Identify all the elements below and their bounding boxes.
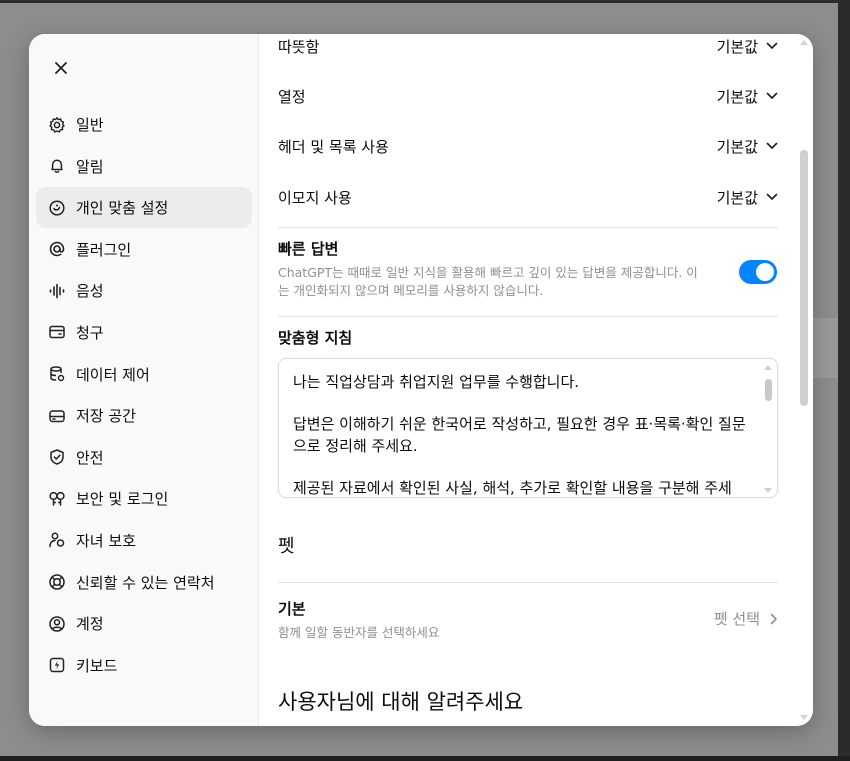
- shield-check-icon: [48, 448, 66, 466]
- sidebar-item-notifications[interactable]: 알림: [36, 146, 252, 187]
- divider: [278, 582, 778, 583]
- pet-title: 기본: [278, 600, 306, 618]
- emoji-label: 이모지 사용: [278, 188, 352, 207]
- family-icon: [48, 531, 66, 549]
- sidebar-item-label: 자녀 보호: [76, 531, 136, 550]
- pet-select-button[interactable]: 펫 선택: [714, 608, 778, 629]
- sidebar-item-voice[interactable]: 음성: [36, 270, 252, 311]
- instructions-paragraph: 나는 직업상담과 취업지원 업무를 수행합니다.: [293, 373, 580, 391]
- personalization-icon: [48, 199, 66, 217]
- quick-answers-toggle[interactable]: [739, 260, 777, 284]
- key-icon: [48, 490, 66, 508]
- content-scrollbar[interactable]: [797, 34, 813, 726]
- sidebar-item-label: 안전: [76, 448, 104, 467]
- pet-section-heading: 펫: [278, 536, 295, 557]
- sidebar-item-label: 개인 맞춤 설정: [76, 199, 169, 218]
- database-icon: [48, 365, 66, 383]
- sidebar-item-parental-controls[interactable]: 자녀 보호: [36, 520, 252, 561]
- sidebar-item-safety[interactable]: 안전: [36, 437, 252, 478]
- emoji-value: 기본값: [716, 188, 758, 207]
- settings-content: 따뜻함 기본값 열정 기본값 헤더 및 목록 사용 기본값 이모지 사용 기본값…: [259, 34, 813, 726]
- scrollbar-thumb[interactable]: [800, 150, 808, 406]
- warmth-select[interactable]: 기본값: [717, 36, 778, 57]
- account-icon: [48, 615, 66, 633]
- backdrop-edge: [0, 0, 850, 3]
- sidebar-item-trusted-contacts[interactable]: 신뢰할 수 있는 연락처: [36, 562, 252, 603]
- emoji-select[interactable]: 기본값: [717, 187, 778, 208]
- headers-lists-row: 헤더 및 목록 사용 기본값: [278, 131, 778, 161]
- chevron-right-icon: [770, 613, 777, 624]
- sidebar-item-label: 계정: [76, 615, 104, 634]
- sidebar-item-label: 저장 공간: [76, 407, 136, 426]
- sidebar-item-label: 음성: [76, 282, 104, 301]
- sidebar-item-storage[interactable]: 저장 공간: [36, 395, 252, 436]
- at-sign-icon: [48, 240, 66, 258]
- chevron-down-icon: [766, 142, 778, 149]
- emoji-row: 이모지 사용 기본값: [278, 182, 778, 212]
- enthusiasm-label: 열정: [278, 87, 306, 106]
- chevron-down-icon: [766, 92, 778, 99]
- sidebar-item-plugins[interactable]: 플러그인: [36, 229, 252, 270]
- warmth-value: 기본값: [716, 37, 758, 56]
- scroll-down-arrow-icon[interactable]: [764, 488, 772, 493]
- headers-lists-value: 기본값: [716, 137, 758, 156]
- toggle-knob: [756, 263, 774, 281]
- sidebar-item-label: 키보드: [76, 656, 118, 675]
- sidebar-item-label: 청구: [76, 323, 104, 342]
- warmth-label: 따뜻함: [278, 37, 320, 56]
- backdrop-edge: [838, 0, 850, 761]
- sidebar-item-personalization[interactable]: 개인 맞춤 설정: [36, 187, 252, 229]
- sidebar-item-security-login[interactable]: 보안 및 로그인: [36, 478, 252, 519]
- warmth-row: 따뜻함 기본값: [278, 34, 778, 61]
- close-icon: [55, 62, 67, 74]
- custom-instructions-title: 맞춤형 지침: [278, 329, 353, 347]
- settings-sidebar: 일반 알림 개인 맞춤 설정 플러그인 음성 청구 데이터 제어 저장 공간 안…: [29, 34, 259, 726]
- sidebar-item-label: 알림: [76, 157, 104, 176]
- sidebar-item-billing[interactable]: 청구: [36, 312, 252, 353]
- quick-answers-description: ChatGPT는 때때로 일반 지식을 활용해 빠르고 깊이 있는 답변을 제공…: [278, 265, 698, 298]
- scroll-down-arrow-icon[interactable]: [800, 715, 808, 720]
- chevron-down-icon: [766, 42, 778, 49]
- headers-lists-label: 헤더 및 목록 사용: [278, 137, 389, 156]
- scrollbar-thumb[interactable]: [765, 379, 772, 401]
- credit-card-icon: [48, 323, 66, 341]
- divider: [278, 227, 778, 228]
- sidebar-item-label: 일반: [76, 116, 104, 134]
- chevron-down-icon: [766, 193, 778, 200]
- sidebar-item-label: 신뢰할 수 있는 연락처: [76, 573, 215, 592]
- sidebar-item-label: 플러그인: [76, 240, 132, 259]
- keyboard-icon: [48, 656, 66, 674]
- textarea-scrollbar[interactable]: [763, 365, 773, 493]
- instructions-paragraph: 답변은 이해하기 쉬운 한국어로 작성하고, 필요한 경우 표·목록·확인 질문…: [293, 415, 746, 455]
- pet-description: 함께 일할 동반자를 선택하세요: [278, 625, 440, 640]
- bell-icon: [48, 157, 66, 175]
- sidebar-item-account[interactable]: 계정: [36, 603, 252, 644]
- storage-icon: [48, 407, 66, 425]
- sidebar-item-data-controls[interactable]: 데이터 제어: [36, 354, 252, 395]
- scroll-up-arrow-icon[interactable]: [800, 40, 808, 45]
- enthusiasm-row: 열정 기본값: [278, 81, 778, 111]
- pet-select-label: 펫 선택: [713, 610, 760, 628]
- close-button[interactable]: [49, 56, 73, 80]
- quick-answers-title: 빠른 답변: [278, 240, 339, 258]
- settings-modal: 일반 알림 개인 맞춤 설정 플러그인 음성 청구 데이터 제어 저장 공간 안…: [29, 34, 813, 726]
- enthusiasm-select[interactable]: 기본값: [717, 86, 778, 107]
- gear-icon: [48, 116, 66, 134]
- sidebar-item-label: 보안 및 로그인: [76, 490, 169, 509]
- headers-lists-select[interactable]: 기본값: [717, 136, 778, 157]
- backdrop-edge: [0, 756, 850, 761]
- sidebar-item-general[interactable]: 일반: [36, 104, 252, 145]
- divider: [278, 316, 778, 317]
- scroll-up-arrow-icon[interactable]: [764, 365, 772, 370]
- sidebar-nav: 일반 알림 개인 맞춤 설정 플러그인 음성 청구 데이터 제어 저장 공간 안…: [36, 104, 252, 686]
- waveform-icon: [48, 282, 66, 300]
- custom-instructions-textarea[interactable]: 나는 직업상담과 취업지원 업무를 수행합니다. 답변은 이해하기 쉬운 한국어…: [278, 358, 778, 498]
- instructions-paragraph: 제공된 자료에서 확인된 사실, 해석, 추가로 확인할 내용을 구분해 주세요…: [293, 479, 732, 497]
- lifebuoy-icon: [48, 573, 66, 591]
- sidebar-item-label: 데이터 제어: [76, 365, 150, 384]
- enthusiasm-value: 기본값: [716, 87, 758, 106]
- sidebar-item-keyboard[interactable]: 키보드: [36, 645, 252, 686]
- about-you-heading: 사용자님에 대해 알려주세요: [278, 690, 524, 714]
